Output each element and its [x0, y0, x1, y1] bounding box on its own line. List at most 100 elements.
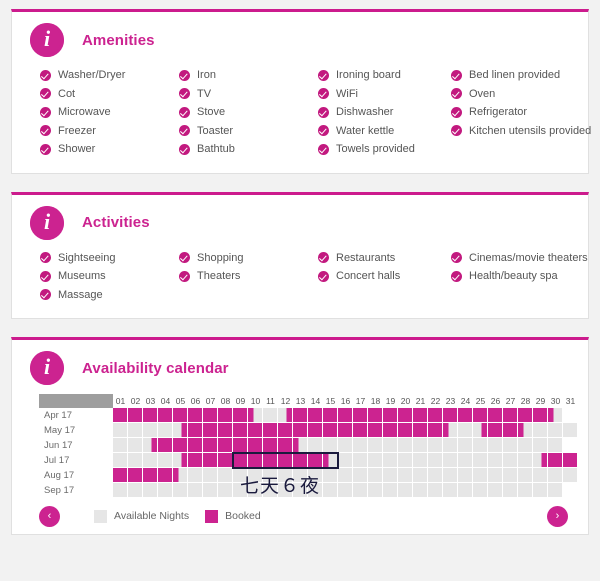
calendar-day-cell[interactable] [443, 483, 458, 498]
calendar-day-cell[interactable] [398, 483, 413, 498]
calendar-day-cell[interactable] [488, 438, 503, 453]
calendar-day-cell[interactable] [353, 453, 368, 468]
calendar-day-cell[interactable] [368, 438, 383, 453]
calendar-day-cell[interactable] [203, 453, 218, 468]
calendar-day-cell[interactable] [563, 438, 578, 453]
calendar-day-cell[interactable] [398, 423, 413, 438]
calendar-day-cell[interactable] [503, 453, 518, 468]
calendar-day-cell[interactable] [338, 453, 353, 468]
calendar-day-cell[interactable] [383, 468, 398, 483]
calendar-day-cell[interactable] [323, 483, 338, 498]
calendar-day-cell[interactable] [488, 453, 503, 468]
calendar-day-cell[interactable] [458, 423, 473, 438]
calendar-day-cell[interactable] [368, 468, 383, 483]
calendar-day-cell[interactable] [173, 408, 188, 423]
calendar-day-cell[interactable] [158, 438, 173, 453]
calendar-day-cell[interactable] [218, 438, 233, 453]
calendar-day-cell[interactable] [413, 438, 428, 453]
calendar-day-cell[interactable] [143, 468, 158, 483]
calendar-day-cell[interactable] [188, 468, 203, 483]
calendar-day-cell[interactable] [173, 468, 188, 483]
calendar-day-cell[interactable] [308, 408, 323, 423]
calendar-day-cell[interactable] [518, 483, 533, 498]
calendar-day-cell[interactable] [458, 468, 473, 483]
calendar-day-cell[interactable] [533, 453, 548, 468]
calendar-day-cell[interactable] [248, 408, 263, 423]
calendar-day-cell[interactable] [398, 468, 413, 483]
calendar-day-cell[interactable] [533, 438, 548, 453]
calendar-day-cell[interactable] [443, 468, 458, 483]
calendar-day-cell[interactable] [188, 423, 203, 438]
calendar-day-cell[interactable] [518, 423, 533, 438]
calendar-day-cell[interactable] [143, 423, 158, 438]
calendar-day-cell[interactable] [398, 453, 413, 468]
calendar-day-cell[interactable] [368, 453, 383, 468]
calendar-day-cell[interactable] [308, 438, 323, 453]
calendar-day-cell[interactable] [158, 453, 173, 468]
calendar-day-cell[interactable] [353, 483, 368, 498]
calendar-day-cell[interactable] [173, 438, 188, 453]
calendar-day-cell[interactable] [548, 408, 563, 423]
calendar-day-cell[interactable] [128, 423, 143, 438]
calendar-day-cell[interactable] [263, 438, 278, 453]
calendar-day-cell[interactable] [188, 408, 203, 423]
calendar-day-cell[interactable] [548, 453, 563, 468]
calendar-day-cell[interactable] [563, 453, 578, 468]
calendar-day-cell[interactable] [428, 483, 443, 498]
calendar-day-cell[interactable] [368, 483, 383, 498]
calendar-day-cell[interactable] [278, 423, 293, 438]
calendar-prev-button[interactable]: ‹ [39, 505, 60, 527]
calendar-day-cell[interactable] [428, 438, 443, 453]
calendar-day-cell[interactable] [248, 453, 263, 468]
calendar-day-cell[interactable] [263, 408, 278, 423]
calendar-day-cell[interactable] [458, 453, 473, 468]
calendar-day-cell[interactable] [353, 408, 368, 423]
calendar-day-cell[interactable] [323, 438, 338, 453]
calendar-day-cell[interactable] [188, 483, 203, 498]
calendar-day-cell[interactable] [533, 423, 548, 438]
calendar-day-cell[interactable] [398, 438, 413, 453]
calendar-day-cell[interactable] [203, 483, 218, 498]
calendar-day-cell[interactable] [488, 468, 503, 483]
calendar-day-cell[interactable] [308, 423, 323, 438]
calendar-day-cell[interactable] [428, 423, 443, 438]
calendar-day-cell[interactable] [158, 423, 173, 438]
calendar-day-cell[interactable] [443, 438, 458, 453]
calendar-day-cell[interactable] [233, 408, 248, 423]
calendar-day-cell[interactable] [143, 483, 158, 498]
calendar-day-cell[interactable] [338, 468, 353, 483]
calendar-day-cell[interactable] [413, 483, 428, 498]
calendar-day-cell[interactable] [338, 408, 353, 423]
calendar-day-cell[interactable] [173, 483, 188, 498]
calendar-day-cell[interactable] [518, 438, 533, 453]
calendar-day-cell[interactable] [563, 423, 578, 438]
calendar-day-cell[interactable] [548, 468, 563, 483]
calendar-day-cell[interactable] [458, 438, 473, 453]
calendar-day-cell[interactable] [473, 453, 488, 468]
calendar-day-cell[interactable] [233, 438, 248, 453]
calendar-day-cell[interactable] [248, 438, 263, 453]
calendar-day-cell[interactable] [413, 423, 428, 438]
calendar-day-cell[interactable] [503, 483, 518, 498]
calendar-day-cell[interactable] [503, 408, 518, 423]
calendar-day-cell[interactable] [413, 453, 428, 468]
calendar-day-cell[interactable] [338, 438, 353, 453]
calendar-day-cell[interactable] [353, 468, 368, 483]
calendar-day-cell[interactable] [293, 423, 308, 438]
calendar-day-cell[interactable] [488, 423, 503, 438]
calendar-day-cell[interactable] [563, 408, 578, 423]
calendar-day-cell[interactable] [383, 453, 398, 468]
calendar-day-cell[interactable] [293, 453, 308, 468]
calendar-day-cell[interactable] [473, 408, 488, 423]
calendar-day-cell[interactable] [323, 408, 338, 423]
calendar-day-cell[interactable] [353, 423, 368, 438]
calendar-day-cell[interactable] [413, 408, 428, 423]
calendar-day-cell[interactable] [113, 453, 128, 468]
calendar-day-cell[interactable] [278, 438, 293, 453]
calendar-day-cell[interactable] [173, 423, 188, 438]
calendar-day-cell[interactable] [473, 468, 488, 483]
calendar-day-cell[interactable] [113, 468, 128, 483]
calendar-day-cell[interactable] [158, 468, 173, 483]
calendar-day-cell[interactable] [323, 453, 338, 468]
calendar-day-cell[interactable] [188, 453, 203, 468]
